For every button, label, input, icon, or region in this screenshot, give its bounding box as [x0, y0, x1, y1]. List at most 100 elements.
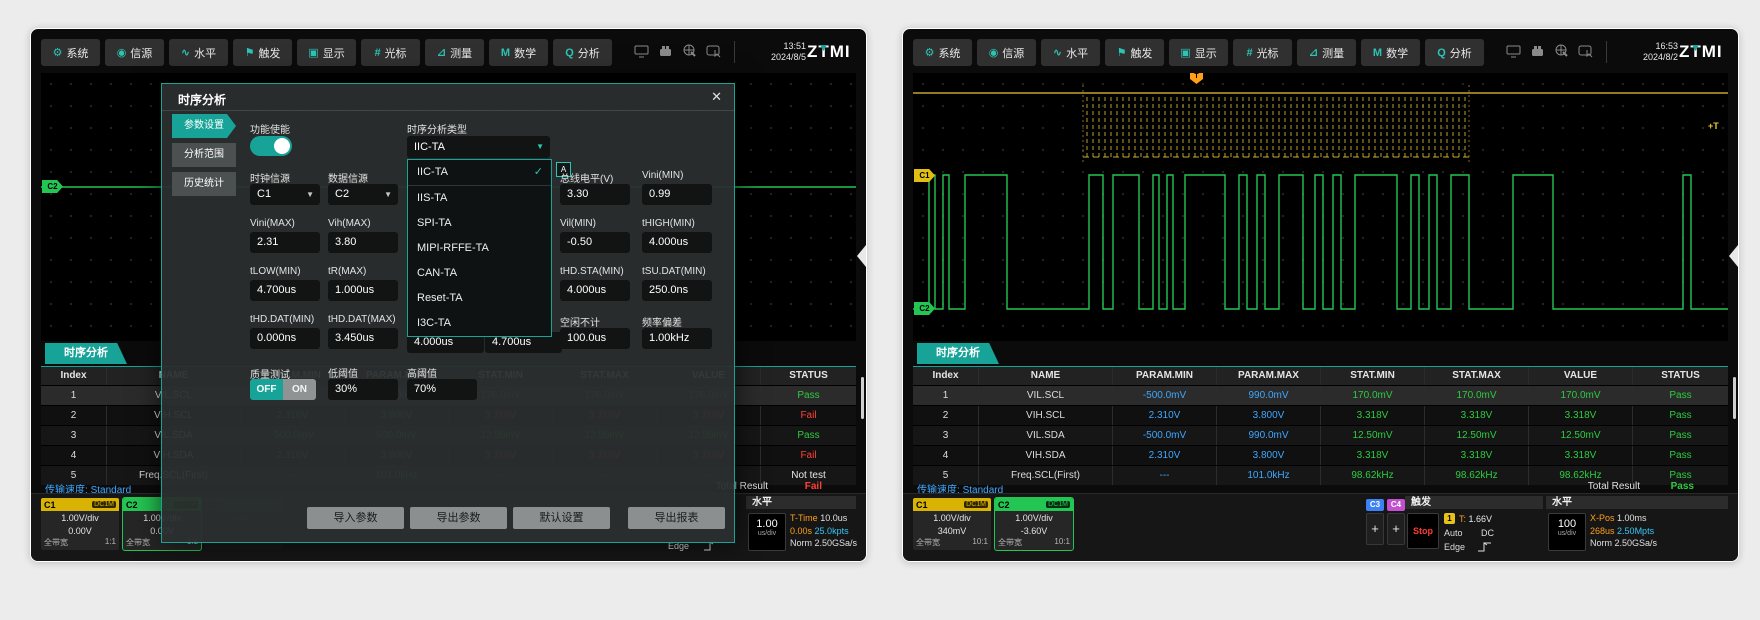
channel-header: C1 DC1M — [913, 498, 991, 511]
menu-cursor[interactable]: # 光标 — [361, 39, 420, 66]
channel-tab[interactable]: C3 — [1366, 499, 1384, 511]
analysis-type-select[interactable]: IIC-TA ▼ — [407, 136, 550, 158]
menu-math[interactable]: M 数学 — [489, 39, 548, 66]
field-input[interactable]: 4.000us — [642, 232, 712, 253]
menu-source[interactable]: ◉ 信源 — [105, 39, 164, 66]
field-input[interactable]: 3.80 ▼ — [328, 232, 398, 253]
channel-box[interactable]: C1 DC1M 1.00V/div 340mV 全带宽 10:1 — [913, 498, 991, 550]
field-input[interactable]: 250.0ns — [642, 280, 712, 301]
table-row[interactable]: 1 VIL.SCL -500.0mV 990.0mV 170.0mV 170.0… — [913, 385, 1728, 405]
dropdown-option[interactable]: IIS-TA — [408, 186, 551, 211]
menu-label: 系统 — [66, 45, 88, 61]
timebase-box[interactable]: 100 us/div — [1548, 513, 1586, 551]
dialog-button[interactable]: 导入参数 — [307, 507, 404, 529]
menu-measure[interactable]: ⊿ 测量 — [425, 39, 484, 66]
channel-box[interactable]: C1 DC1M 1.00V/div 0.00V 全带宽 1:1 — [41, 498, 119, 550]
dropdown-option[interactable]: IIC-TA ✓ — [408, 160, 551, 186]
quality-toggle: OFF ON — [250, 379, 316, 400]
dialog-button[interactable]: 默认设置 — [513, 507, 610, 529]
angle-icon: ⊿ — [1309, 46, 1318, 59]
menu-display[interactable]: ▣ 显示 — [297, 39, 356, 66]
dialog-tab[interactable]: 参数设置 — [172, 114, 236, 138]
dropdown-option[interactable]: CAN-TA — [408, 261, 551, 286]
add-channel-button[interactable]: + — [1366, 513, 1384, 545]
enable-toggle[interactable] — [250, 136, 292, 156]
field-input[interactable]: 4.000us — [560, 280, 630, 301]
wave-icon: ∿ — [181, 46, 190, 59]
field-label: 空闲不计 — [560, 314, 630, 328]
low-threshold-input[interactable]: 30% — [328, 379, 398, 400]
trigger-type-label[interactable]: Edge — [1444, 542, 1465, 552]
menu-label: 测量 — [450, 45, 472, 61]
field-input[interactable]: -0.50 — [560, 232, 630, 253]
dialog-buttons: 导入参数 导出参数 默认设置 导出报表 — [307, 507, 731, 529]
close-icon[interactable]: ✕ — [711, 89, 722, 105]
oscilloscope-screen-left: ⚙ 系统 ◉ 信源 ∿ 水平 ⚑ 触发 — [30, 28, 867, 562]
clock-time: 16:53 — [1614, 41, 1678, 52]
field-input[interactable]: 2.31 ▼ — [250, 232, 320, 253]
flag-icon: ⚑ — [1117, 46, 1127, 59]
param-field: tHD.STA(MIN) 4.000us — [560, 266, 630, 314]
table-row[interactable]: 3 VIL.SDA -500.0mV 990.0mV 12.50mV 12.50… — [913, 425, 1728, 445]
table-scrollbar[interactable] — [861, 377, 864, 419]
results-table: Index NAME PARAM.MIN PARAM.MAX STAT.MIN … — [913, 366, 1728, 485]
field-input[interactable]: 1.00kHz — [642, 328, 712, 349]
field-input[interactable]: 100.0us — [560, 328, 630, 349]
table-scrollbar[interactable] — [1733, 377, 1736, 419]
menu-label: 触发 — [258, 45, 280, 61]
analysis-results-tab[interactable]: 时序分析 — [45, 343, 127, 364]
menu-display[interactable]: ▣ 显示 — [1169, 39, 1228, 66]
menu-cursor[interactable]: # 光标 — [1233, 39, 1292, 66]
trigger-coupling[interactable]: DC — [1481, 528, 1494, 538]
menu-label: 分析 — [1450, 45, 1472, 61]
brand-logo: ZTMI — [807, 42, 851, 62]
usb-icon — [1530, 45, 1545, 58]
channel-box[interactable]: C2 DC1M 1.00V/div -3.60V 全带宽 10:1 — [995, 498, 1073, 550]
menu-label: 水平 — [1066, 45, 1088, 61]
dialog-tab[interactable]: 历史统计 — [172, 172, 236, 196]
dialog-button[interactable]: 导出报表 — [628, 507, 725, 529]
field-input[interactable]: 3.30 — [560, 184, 630, 205]
dropdown-option[interactable]: I3C-TA — [408, 311, 551, 336]
dropdown-option[interactable]: MIPI-RFFE-TA — [408, 236, 551, 261]
menu-system[interactable]: ⚙ 系统 — [913, 39, 972, 66]
field-input[interactable]: C2 ▼ — [328, 184, 398, 205]
menu-analyze[interactable]: Q 分析 — [553, 39, 612, 66]
menu-trigger[interactable]: ⚑ 触发 — [1105, 39, 1164, 66]
menu-label: 分析 — [578, 45, 600, 61]
panel-collapse-handle[interactable] — [857, 245, 866, 267]
menu-source[interactable]: ◉ 信源 — [977, 39, 1036, 66]
menu-system[interactable]: ⚙ 系统 — [41, 39, 100, 66]
field-input[interactable]: 0.000ns ▼ — [250, 328, 320, 349]
menu-analyze[interactable]: Q 分析 — [1425, 39, 1484, 66]
high-threshold-input[interactable]: 70% — [407, 379, 477, 400]
dialog-button[interactable]: 导出参数 — [410, 507, 507, 529]
menu-trigger[interactable]: ⚑ 触发 — [233, 39, 292, 66]
acquisition-state[interactable]: Stop — [1407, 513, 1439, 549]
dropdown-option[interactable]: SPI-TA — [408, 211, 551, 236]
field-input[interactable]: C1 ▼ — [250, 184, 320, 205]
gear-icon: ⚙ — [925, 46, 935, 59]
menu-horizontal[interactable]: ∿ 水平 — [1041, 39, 1100, 66]
menu-measure[interactable]: ⊿ 测量 — [1297, 39, 1356, 66]
field-input[interactable]: 4.700us ▼ — [250, 280, 320, 301]
field-input[interactable]: 0.99 — [642, 184, 712, 205]
add-channel-button[interactable]: + — [1387, 513, 1405, 545]
menu-label: 显示 — [1195, 45, 1217, 61]
table-row[interactable]: 4 VIH.SDA 2.310V 3.800V 3.318V 3.318V 3.… — [913, 445, 1728, 465]
quality-on-button[interactable]: ON — [283, 379, 316, 400]
field-input[interactable]: 1.000us ▼ — [328, 280, 398, 301]
analysis-results-tab[interactable]: 时序分析 — [917, 343, 999, 364]
field-input[interactable]: 3.450us ▼ — [328, 328, 398, 349]
panel-collapse-handle[interactable] — [1729, 245, 1738, 267]
menu-math[interactable]: M 数学 — [1361, 39, 1420, 66]
dialog-tab[interactable]: 分析范围 — [172, 143, 236, 167]
trigger-sweep[interactable]: Auto — [1444, 528, 1463, 538]
timebase-box[interactable]: 1.00 us/div — [748, 513, 786, 551]
dropdown-option[interactable]: Reset-TA — [408, 286, 551, 311]
menu-horizontal[interactable]: ∿ 水平 — [169, 39, 228, 66]
quality-off-button[interactable]: OFF — [250, 379, 283, 400]
channel-offset: -3.60V — [995, 526, 1073, 537]
channel-tab[interactable]: C4 — [1387, 499, 1405, 511]
table-row[interactable]: 2 VIH.SCL 2.310V 3.800V 3.318V 3.318V 3.… — [913, 405, 1728, 425]
